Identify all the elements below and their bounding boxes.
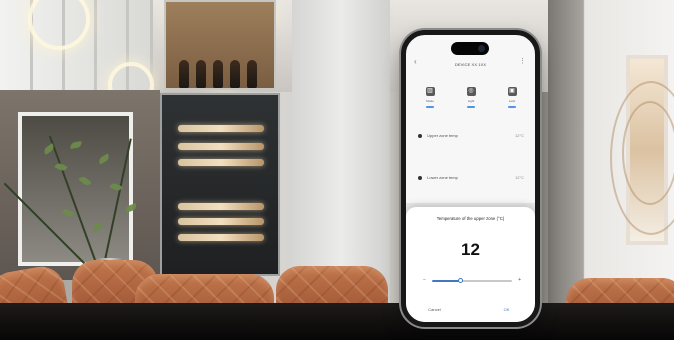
bottle [230, 60, 240, 88]
ok-button[interactable]: OK [489, 305, 524, 315]
mode-control-mode[interactable]: ▥ Mode [416, 87, 444, 117]
bottle [213, 60, 223, 88]
cabinet-slat [94, 0, 97, 98]
kitchen-background-scene [0, 0, 674, 340]
upper-zone-setting[interactable]: Upper zone temp 12°C [418, 129, 524, 143]
setting-dot-icon [418, 133, 422, 138]
wine-rack [178, 143, 264, 150]
setting-value: 12°C [515, 175, 524, 180]
setting-label: Upper zone temp [427, 133, 458, 138]
mode-indicator [508, 106, 516, 108]
mode-label: Lock [508, 99, 516, 103]
bottle [196, 60, 206, 88]
camera-icon [478, 45, 485, 52]
slider-knob[interactable] [457, 278, 463, 283]
wall-art [610, 55, 674, 245]
wine-cabinet [160, 93, 280, 276]
dynamic-island [451, 42, 489, 55]
app-title: DEVICE XX 1XX [454, 62, 487, 67]
mode-control-light[interactable]: ◎ Light [457, 87, 485, 117]
wine-rack [178, 203, 264, 210]
wine-rack [178, 218, 264, 225]
slider-fill [432, 280, 460, 282]
bottle [247, 60, 257, 88]
lower-zone-setting[interactable]: Lower zone temp 12°C [418, 171, 524, 185]
wine-rack [178, 125, 264, 132]
phone-mockup: ‹ DEVICE XX 1XX ⋮ ▥ Mode ◎ Light ▣ Lock … [401, 30, 540, 327]
setting-label: Lower zone temp [427, 175, 458, 180]
setting-dot-icon [418, 175, 422, 180]
wood-wine-shelf [164, 0, 276, 90]
cancel-button[interactable]: Cancel [417, 305, 452, 315]
bottle [179, 60, 189, 88]
temperature-modal: Temperature of the upper zone (°C) 12 − … [406, 207, 535, 322]
slider-track[interactable] [432, 280, 512, 282]
mode-label: Mode [426, 99, 434, 103]
temperature-modal-title: Temperature of the upper zone (°C) [436, 216, 505, 221]
plus-icon[interactable]: + [518, 275, 521, 285]
wine-rack [178, 159, 264, 166]
more-icon[interactable]: ⋮ [519, 57, 526, 65]
wine-cabinet-icon: ▥ [425, 87, 435, 96]
mode-indicator [426, 106, 434, 108]
minus-icon[interactable]: − [423, 275, 426, 285]
mode-label: Light [467, 99, 475, 103]
art-line [622, 101, 674, 205]
dark-table [0, 303, 674, 340]
temperature-slider[interactable]: − + [423, 276, 521, 286]
light-icon: ◎ [466, 87, 476, 96]
wine-rack [178, 234, 264, 241]
lock-icon: ▣ [507, 87, 517, 96]
setting-value: 12°C [515, 133, 524, 138]
mode-controls: ▥ Mode ◎ Light ▣ Lock [416, 87, 526, 117]
temperature-value: 12 [461, 240, 480, 259]
mode-control-lock[interactable]: ▣ Lock [498, 87, 526, 117]
mode-indicator [467, 106, 475, 108]
